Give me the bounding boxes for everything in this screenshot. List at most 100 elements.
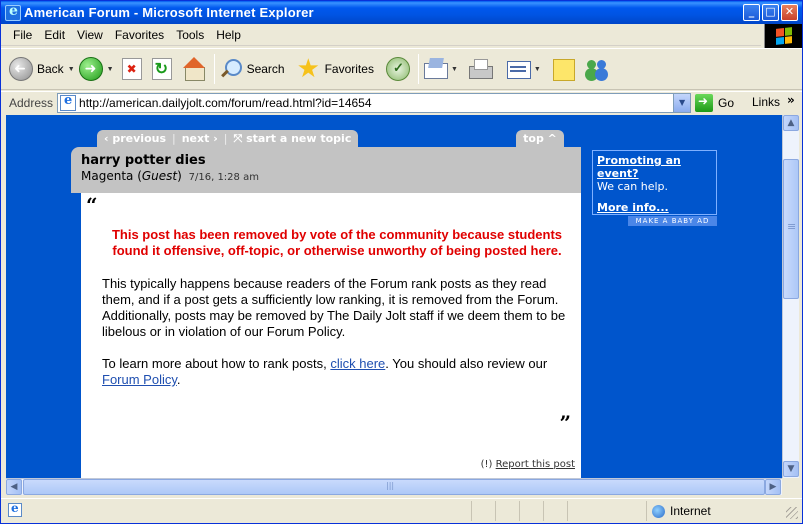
close-quote-mark: ” [559, 411, 571, 435]
title-bar[interactable]: American Forum - Microsoft Internet Expl… [1, 1, 802, 24]
scroll-up-button[interactable]: ▲ [783, 115, 799, 131]
print-button[interactable] [468, 51, 493, 87]
links-chevron-icon[interactable]: » [787, 93, 795, 107]
search-label: Search [246, 62, 285, 76]
status-pane-divider [567, 501, 568, 521]
browser-window: American Forum - Microsoft Internet Expl… [0, 0, 803, 524]
minimize-button[interactable]: _ [743, 4, 760, 21]
ad-footer-label[interactable]: MAKE A BABY AD [628, 216, 717, 226]
address-bar: Address http://american.dailyjolt.com/fo… [1, 91, 802, 113]
post-meta: Magenta (Guest) 7/16, 1:28 am [81, 169, 259, 183]
ad-box: Promoting an event? We can help. More in… [592, 150, 717, 215]
stop-button[interactable] [121, 51, 142, 87]
refresh-button[interactable] [151, 51, 172, 87]
search-button[interactable]: Search [219, 51, 285, 87]
horizontal-scrollbar[interactable]: ◀ ▶ [6, 478, 782, 495]
post-title: harry potter dies [81, 153, 206, 168]
report-post: (!) Report this post [481, 459, 575, 470]
top-link[interactable]: top ^ [516, 130, 564, 147]
scroll-down-button[interactable]: ▼ [783, 461, 799, 477]
click-here-link[interactable]: click here [330, 356, 385, 371]
home-button[interactable] [182, 51, 206, 87]
status-pane-divider [519, 501, 520, 521]
menu-help[interactable]: Help [210, 28, 247, 42]
back-button[interactable]: Back ▼ [9, 51, 75, 87]
favorites-star-icon [297, 53, 321, 84]
post-header: harry potter dies Magenta (Guest) 7/16, … [71, 147, 581, 193]
globe-icon [652, 504, 665, 518]
ad-text: We can help. [597, 180, 669, 193]
stop-icon [121, 58, 142, 80]
new-topic-link[interactable]: ⤧ start a new topic [233, 132, 351, 146]
history-icon [385, 57, 410, 81]
nav-divider: | [223, 132, 228, 145]
menu-edit[interactable]: Edit [38, 28, 71, 42]
forum-nav-bar: ‹ previous | next › | ⤧ start a new topi… [97, 130, 359, 147]
edit-button[interactable]: ▼ [506, 51, 541, 87]
post-body: “ This post has been removed by vote of … [81, 193, 581, 478]
horizontal-scroll-thumb[interactable] [23, 479, 765, 495]
learn-middle: . You should also review our [385, 356, 548, 371]
learn-more-text: To learn more about how to rank posts, c… [99, 356, 567, 388]
resize-grip[interactable] [786, 507, 798, 519]
forward-arrow-icon [78, 57, 103, 81]
home-icon [182, 57, 206, 81]
forum-policy-link[interactable]: Forum Policy [102, 372, 177, 387]
maximize-button[interactable]: □ [762, 4, 779, 21]
mail-icon [423, 57, 448, 81]
status-bar: Internet [1, 498, 802, 523]
page-status-icon [8, 501, 22, 517]
windows-logo [764, 24, 802, 48]
toolbar-separator [213, 54, 215, 84]
address-dropdown-icon[interactable]: ▼ [673, 93, 691, 112]
mail-button[interactable]: ▼ [423, 51, 458, 87]
links-button[interactable]: Links [752, 95, 780, 109]
learn-suffix: . [176, 372, 181, 387]
window-controls: _ □ ✕ [743, 4, 798, 21]
status-pane-divider [646, 501, 647, 521]
address-input[interactable]: http://american.dailyjolt.com/forum/read… [57, 92, 692, 113]
back-dropdown-icon[interactable]: ▼ [68, 66, 75, 73]
status-pane-divider [471, 501, 472, 521]
post-timestamp: 7/16, 1:28 am [188, 172, 259, 183]
nav-divider: | [172, 132, 176, 145]
report-post-link[interactable]: Report this post [496, 459, 575, 470]
explanation-text: This typically happens because readers o… [102, 276, 566, 339]
ad-more-info-link[interactable]: More info... [597, 201, 712, 214]
favorites-button[interactable]: Favorites [297, 51, 374, 87]
address-label: Address [9, 95, 54, 110]
page-icon [60, 93, 77, 111]
discuss-button[interactable] [551, 51, 575, 87]
scroll-left-button[interactable]: ◀ [6, 479, 22, 495]
go-label: Go [718, 95, 735, 110]
menu-view[interactable]: View [71, 28, 109, 42]
menu-tools[interactable]: Tools [170, 28, 210, 42]
ie-icon [5, 3, 21, 21]
scroll-right-button[interactable]: ▶ [765, 479, 781, 495]
edit-dropdown-icon[interactable]: ▼ [534, 66, 541, 73]
menu-favorites[interactable]: Favorites [109, 28, 170, 42]
ad-headline-link[interactable]: Promoting an event? [597, 154, 681, 180]
toolbar-separator [417, 54, 419, 84]
forward-button[interactable]: ▼ [78, 51, 114, 87]
windows-flag-icon [776, 27, 792, 45]
go-button[interactable]: Go [695, 93, 735, 112]
back-arrow-icon [9, 57, 33, 81]
address-url[interactable]: http://american.dailyjolt.com/forum/read… [79, 96, 371, 110]
next-link[interactable]: next › [182, 132, 218, 145]
mail-dropdown-icon[interactable]: ▼ [451, 66, 458, 73]
vertical-scroll-thumb[interactable] [783, 159, 799, 299]
status-pane-divider [543, 501, 544, 521]
menu-file[interactable]: File [7, 28, 38, 42]
printer-icon [468, 57, 493, 81]
security-zone[interactable]: Internet [652, 504, 711, 518]
messenger-button[interactable] [585, 51, 609, 87]
history-button[interactable] [385, 51, 410, 87]
close-button[interactable]: ✕ [781, 4, 798, 21]
vertical-scrollbar[interactable]: ▲ ▼ [782, 115, 799, 478]
edit-page-icon [506, 57, 531, 81]
menu-bar: File Edit View Favorites Tools Help [1, 24, 761, 46]
previous-link[interactable]: ‹ previous [104, 132, 166, 145]
forward-dropdown-icon[interactable]: ▼ [107, 66, 114, 73]
status-pane-divider [495, 501, 496, 521]
